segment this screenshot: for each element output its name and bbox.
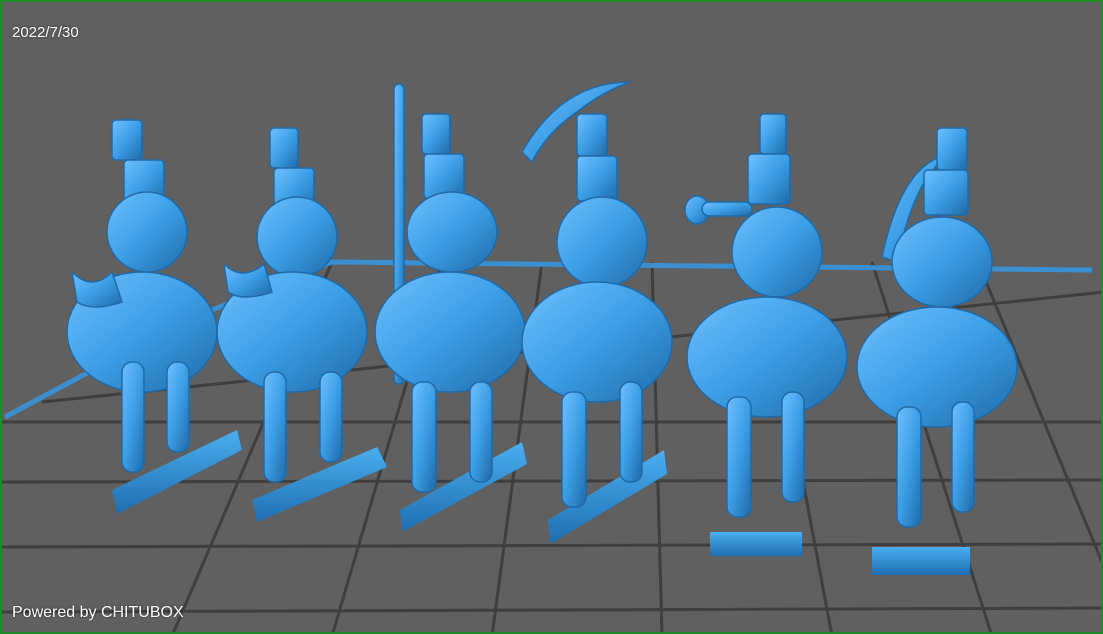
powered-by-label: Powered by CHITUBOX xyxy=(12,604,184,621)
base-6 xyxy=(872,547,970,575)
hussar-4 xyxy=(521,81,673,508)
model-bases xyxy=(112,430,970,575)
hussar-3 xyxy=(374,83,526,493)
hussar-1 xyxy=(66,119,218,473)
3d-viewport[interactable]: 2022/7/30 Powered by CHITUBOX xyxy=(0,0,1103,634)
hussar-2 xyxy=(216,127,368,483)
base-5 xyxy=(710,532,802,556)
hussar-5 xyxy=(684,113,848,518)
build-plate-scene[interactable] xyxy=(2,2,1103,634)
date-label: 2022/7/30 xyxy=(12,24,79,41)
